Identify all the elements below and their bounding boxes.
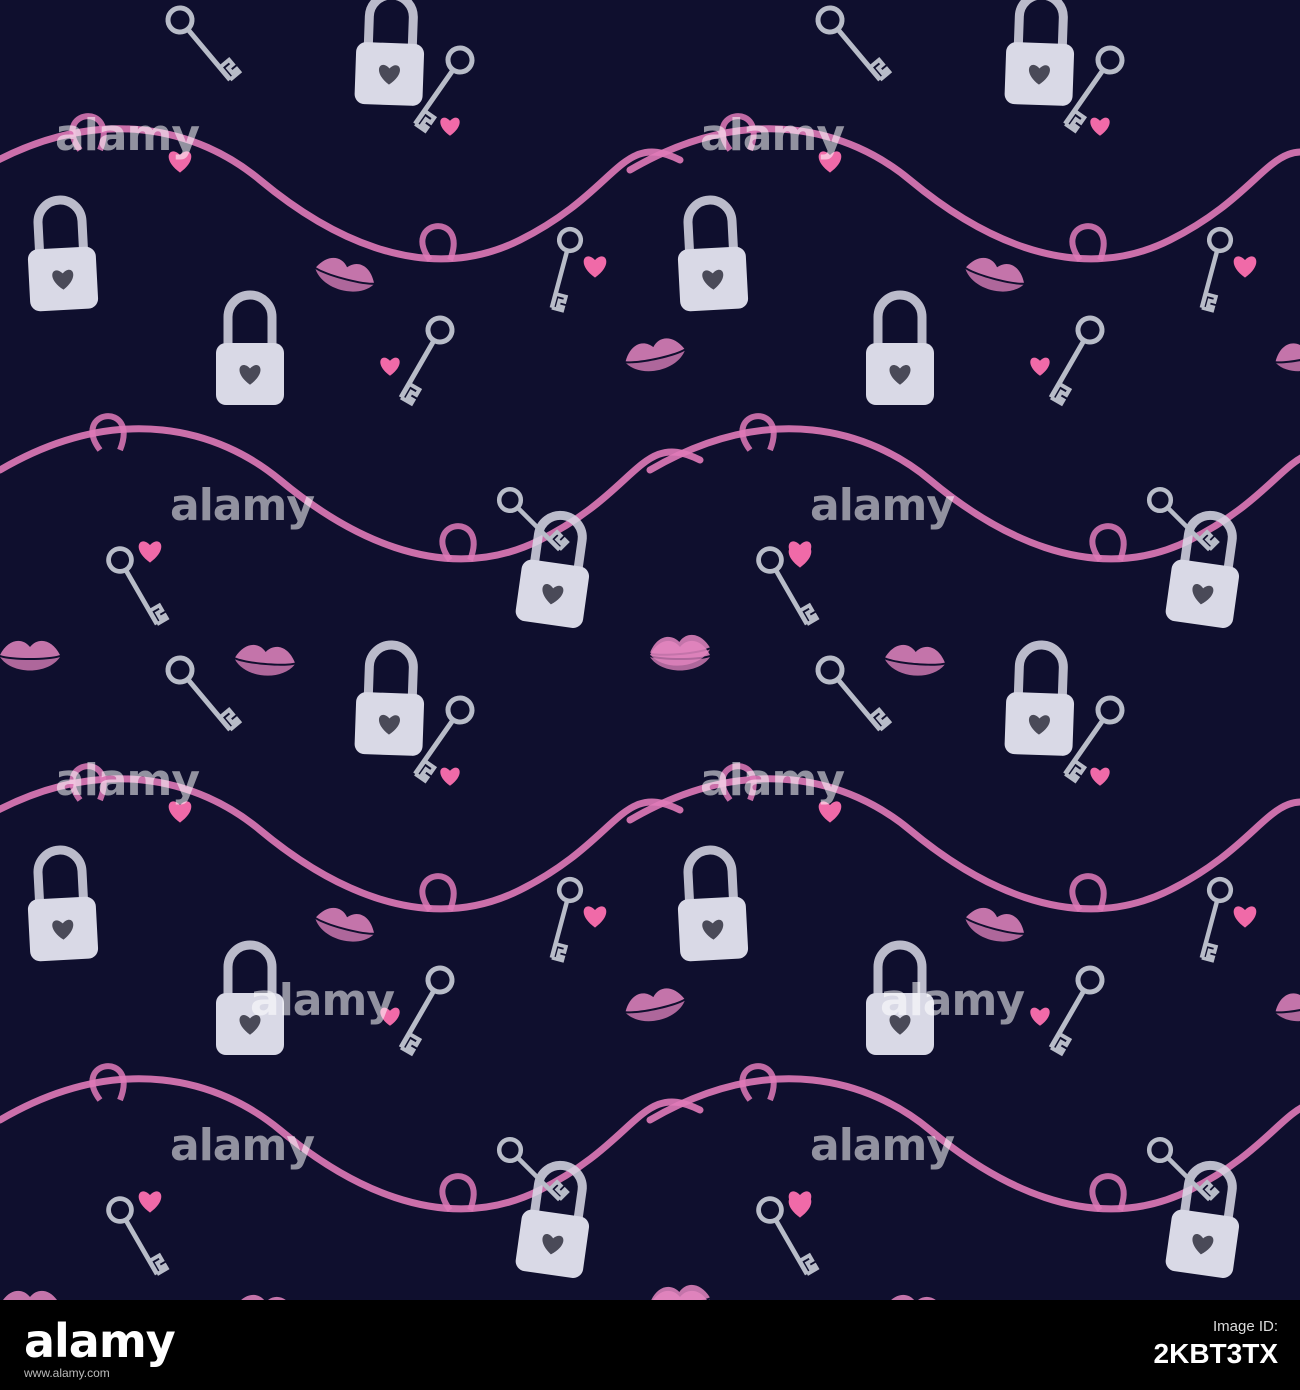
watermark-text: alamy (170, 480, 314, 531)
watermark-text: alamy (250, 975, 394, 1026)
pattern-canvas: alamy alamy alamy alamy alamy alamy alamy alamy… (0, 0, 1300, 1300)
watermark-text: alamy (880, 975, 1024, 1026)
image-id-label: Image ID: (1212, 1318, 1278, 1335)
image-id: 2KBT3TX (1153, 1338, 1278, 1369)
watermark-text: alamy (810, 480, 954, 531)
pattern-artwork: alamy alamy alamy alamy alamy alamy alamy alamy… (0, 0, 1300, 1300)
watermark-text: alamy (55, 755, 199, 806)
alamy-logo[interactable]: alamy (24, 1314, 176, 1368)
watermark-text: alamy (170, 1120, 314, 1171)
site-url: www.alamy.com (24, 1366, 110, 1380)
watermark-text: alamy (810, 1120, 954, 1171)
stock-footer-bar: alamy Image ID: 2KBT3TX www.alamy.com (0, 1300, 1300, 1390)
watermark-text: alamy (700, 110, 844, 161)
watermark-text: alamy (55, 110, 199, 161)
watermark-text: alamy (700, 755, 844, 806)
